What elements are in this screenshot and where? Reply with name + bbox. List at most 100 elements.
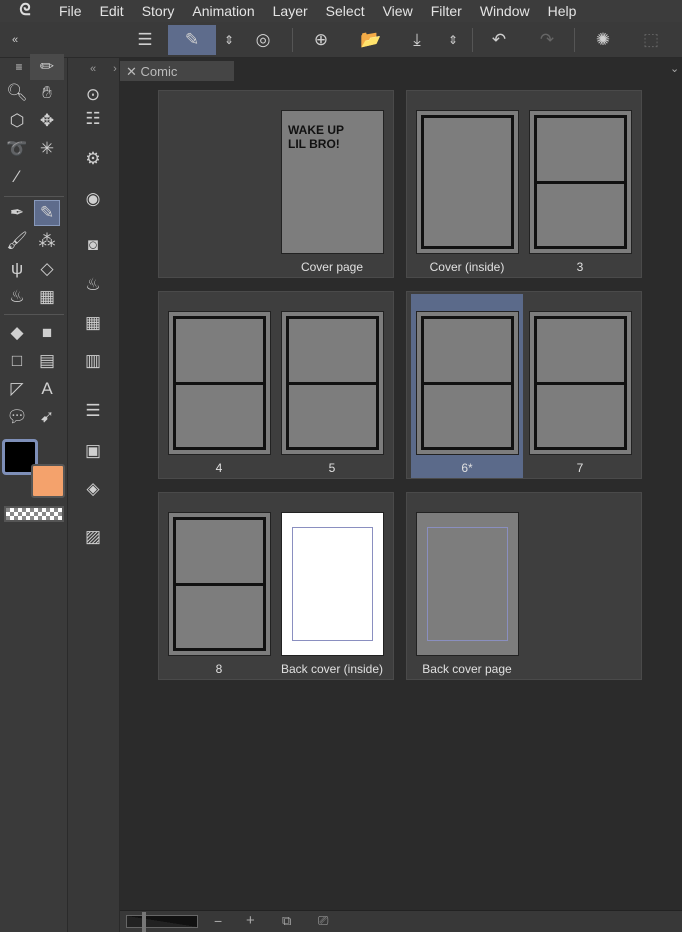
material-icon[interactable]: ▨ xyxy=(80,524,106,550)
page-thumbnail[interactable]: WAKE UP LIL BRO! xyxy=(281,110,384,254)
page-list-icon[interactable]: ☷ xyxy=(80,106,106,132)
airbrush-icon[interactable]: ⁂ xyxy=(34,228,60,254)
page-settings-icon-2[interactable]: ⎚ xyxy=(318,913,328,929)
page-manager: WAKE UP LIL BRO! Cover page Cover (inside)… xyxy=(120,81,682,910)
cover-art-text: WAKE UP LIL BRO! xyxy=(288,123,344,151)
fill-icon[interactable]: ◆ xyxy=(4,320,30,346)
gradient-icon[interactable]: ■ xyxy=(34,320,60,346)
menu-edit[interactable]: Edit xyxy=(91,3,133,19)
ruler-icon[interactable]: ◸ xyxy=(4,376,30,402)
redo-icon[interactable]: ↷ xyxy=(532,25,562,55)
page-manager-edit-button[interactable]: ✎ xyxy=(168,25,216,55)
pencil-tab-icon[interactable]: ✏ xyxy=(30,54,64,80)
blend-icon[interactable]: ♨ xyxy=(4,284,30,310)
tab-comic[interactable]: ✕ Comic xyxy=(120,61,234,81)
magic-wand-icon[interactable]: ✳ xyxy=(34,136,60,162)
decoration-icon[interactable]: ψ xyxy=(4,256,30,282)
layer-property-icon[interactable]: ☰ xyxy=(80,398,106,424)
spread[interactable]: WAKE UP LIL BRO! Cover page xyxy=(158,90,394,278)
undo-icon[interactable]: ↶ xyxy=(484,25,514,55)
page-label: Cover (inside) xyxy=(429,260,505,274)
menu-file[interactable]: File xyxy=(50,3,91,19)
menu-story[interactable]: Story xyxy=(133,3,184,19)
page-thumbnail[interactable] xyxy=(168,512,271,656)
page-thumbnail[interactable] xyxy=(416,110,519,254)
menu-select[interactable]: Select xyxy=(317,3,374,19)
page-thumbnail[interactable] xyxy=(529,110,632,254)
layer-search-icon[interactable]: ▣ xyxy=(80,438,106,464)
sub-tool-palette: « › ⊙ ☷ ⚙ ◉ ◙ ♨ ▦ ▥ ☰ ▣ ◈ ▨ xyxy=(68,58,120,932)
tab-close-icon[interactable]: ✕ xyxy=(126,64,141,79)
page-thumbnail[interactable] xyxy=(529,311,632,455)
selection-icon[interactable]: ⬚ xyxy=(636,25,666,55)
open-folder-icon[interactable]: 📂 xyxy=(356,25,386,55)
spread[interactable]: 45 xyxy=(158,291,394,479)
menu-layer[interactable]: Layer xyxy=(264,3,317,19)
menu-animation[interactable]: Animation xyxy=(183,3,263,19)
zoom-in-button[interactable]: + xyxy=(246,912,255,929)
mesh-icon[interactable]: ▦ xyxy=(34,284,60,310)
hand-icon[interactable]: ✋︎ xyxy=(34,80,60,106)
page-thumbnail[interactable] xyxy=(281,512,384,656)
balloon-icon[interactable]: 💬︎ xyxy=(4,404,30,430)
page-label: 4 xyxy=(215,461,223,475)
spread-view-icon[interactable]: ⧉ xyxy=(282,913,291,929)
color-mix-icon[interactable]: ♨ xyxy=(80,272,106,298)
chevron-updown-icon-2[interactable]: ⇕ xyxy=(438,25,468,55)
loading-icon[interactable]: ✺ xyxy=(588,25,618,55)
command-bar: « ☰ ✎ ⇕ ◎ ⊕ 📂 ⤓ ⇕ ↶ ↷ ✺ ⬚ xyxy=(0,22,682,58)
save-icon[interactable]: ⤓ xyxy=(402,25,432,55)
figure-icon[interactable]: □ xyxy=(4,348,30,374)
navigator-icon[interactable]: ⊙ xyxy=(80,82,106,108)
zoom-out-button[interactable]: − xyxy=(214,913,222,929)
page-thumbnail[interactable] xyxy=(416,512,519,656)
eyedropper-icon[interactable]: ⁄ xyxy=(4,164,30,190)
page-label: 5 xyxy=(328,461,336,475)
color-set-icon[interactable]: ▦ xyxy=(80,310,106,336)
page-thumbnail[interactable] xyxy=(416,311,519,455)
thumbnail-size-slider[interactable] xyxy=(126,915,198,928)
sub-color-swatch[interactable] xyxy=(31,464,65,498)
menu-icon[interactable]: ☰ xyxy=(130,25,160,55)
move-icon[interactable]: ✥ xyxy=(34,108,60,134)
color-circle-icon[interactable]: ◙ xyxy=(80,232,106,258)
timeline-icon[interactable]: ▥ xyxy=(80,348,106,374)
menu-help[interactable]: Help xyxy=(539,3,586,19)
menu-window[interactable]: Window xyxy=(471,3,539,19)
chevron-down-icon[interactable]: ⌄ xyxy=(670,62,679,75)
menu-bar: ᘓ File Edit Story Animation Layer Select View F… xyxy=(0,0,682,22)
collapse-left-icon[interactable]: « xyxy=(0,25,30,55)
page-thumbnail[interactable] xyxy=(168,311,271,455)
spread[interactable]: Back cover page xyxy=(406,492,642,680)
palette-menu-icon[interactable]: ≡ xyxy=(6,54,32,80)
clip-studio-icon[interactable]: ◎ xyxy=(248,25,278,55)
spread[interactable]: 6* 7 xyxy=(406,291,642,479)
page-label: 8 xyxy=(215,662,223,676)
page-thumbnail[interactable] xyxy=(281,311,384,455)
correct-line-icon[interactable]: ➹ xyxy=(34,404,60,430)
zoom-icon[interactable]: 🔍︎ xyxy=(4,80,30,106)
object-icon[interactable]: ⬡ xyxy=(4,108,30,134)
page-target-icon[interactable]: ◉ xyxy=(80,186,106,212)
tool-palette: ≡ ✏ 🔍︎ ✋︎ ⬡ ✥ ➰ ✳ ⁄ ✒ ✎ 🖌︎ ⁂ ψ ◇ ♨ ▦ ◆ ■… xyxy=(0,54,68,932)
app-logo-icon[interactable]: ᘓ xyxy=(0,2,50,20)
pencil-icon[interactable]: ✎ xyxy=(34,200,60,226)
brush-icon[interactable]: 🖌︎ xyxy=(4,228,30,254)
frame-border-icon[interactable]: ▤ xyxy=(34,348,60,374)
new-page-icon[interactable]: ⊕ xyxy=(306,25,336,55)
slider-handle[interactable] xyxy=(142,912,146,932)
spread[interactable]: 8 Back cover (inside) xyxy=(158,492,394,680)
lasso-icon[interactable]: ➰ xyxy=(4,136,30,162)
chevron-updown-icon[interactable]: ⇕ xyxy=(214,25,244,55)
page-label: 3 xyxy=(576,260,584,274)
spread[interactable]: Cover (inside) 3 xyxy=(406,90,642,278)
page-settings-icon[interactable]: ⚙ xyxy=(80,146,106,172)
page-label: Back cover (inside) xyxy=(280,662,384,676)
pen-icon[interactable]: ✒ xyxy=(4,200,30,226)
text-icon[interactable]: A xyxy=(34,376,60,402)
menu-filter[interactable]: Filter xyxy=(422,3,471,19)
menu-view[interactable]: View xyxy=(374,3,422,19)
transparent-color-swatch[interactable] xyxy=(4,506,64,522)
eraser-icon[interactable]: ◇ xyxy=(34,256,60,282)
layers-icon[interactable]: ◈ xyxy=(80,476,106,502)
